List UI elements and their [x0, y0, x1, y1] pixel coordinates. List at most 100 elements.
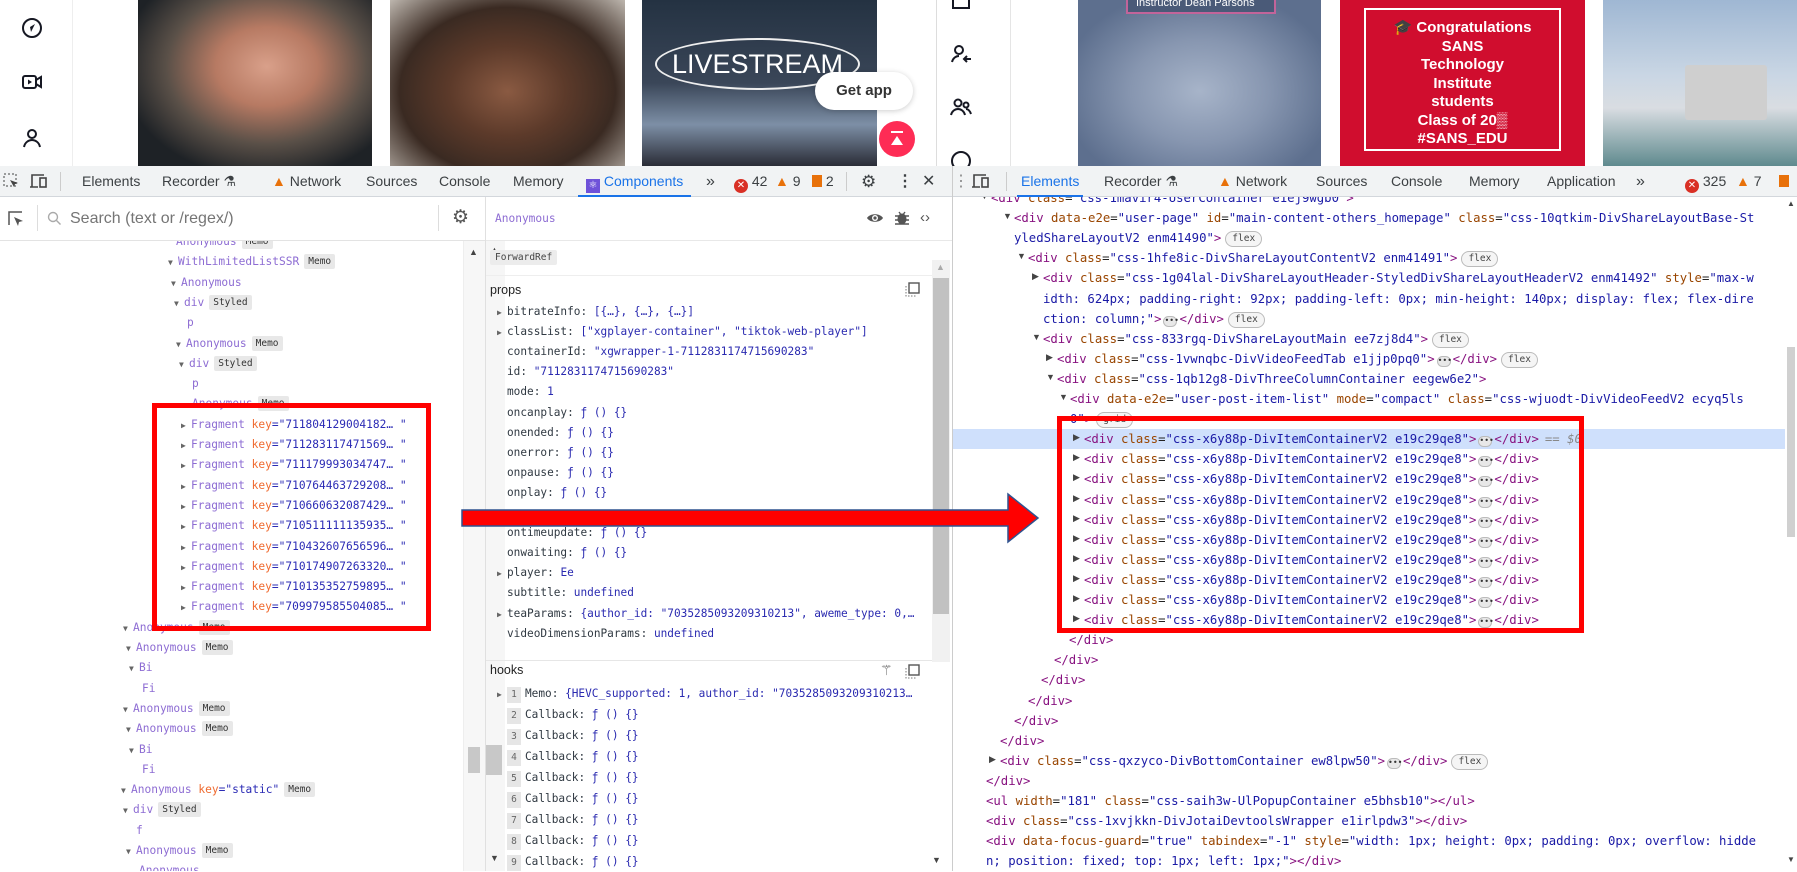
dom-node-line[interactable]: </div>: [1014, 711, 1058, 731]
caret-down-icon[interactable]: ▼: [168, 253, 178, 273]
expand-ellipsis-button[interactable]: •••: [1436, 355, 1452, 367]
hook-row[interactable]: ▶ 1 Memo: {HEVC_supported: 1, author_id: "…: [497, 684, 912, 704]
tab-elements[interactable]: Elements: [82, 166, 140, 197]
flex-badge[interactable]: flex: [1432, 331, 1469, 348]
dom-node-line[interactable]: <div class="css-1mavir4-UserContainer e1…: [991, 197, 1354, 208]
prop-row[interactable]: videoDimensionParams: undefined: [497, 624, 714, 644]
caret-down-icon[interactable]: ▼: [1017, 251, 1026, 261]
tree-row[interactable]: ▼ Anonymous Memo: [123, 699, 230, 719]
tree-row[interactable]: ▼ Anonymous Memo: [126, 638, 233, 658]
video-thumbnail[interactable]: [1603, 0, 1797, 166]
video-thumbnail[interactable]: 🎓 Congratulations SANS Technology Institute…: [1340, 0, 1585, 166]
profile-icon[interactable]: [20, 126, 44, 150]
tab-console[interactable]: Console: [439, 166, 490, 197]
hook-row[interactable]: 7 Callback: ƒ () {}: [497, 810, 639, 830]
video-thumbnail[interactable]: [390, 0, 625, 166]
caret-down-icon[interactable]: ▼: [171, 274, 181, 294]
scrollbar-thumb[interactable]: [933, 278, 949, 614]
prop-row[interactable]: onended: ƒ () {}: [497, 423, 614, 443]
video-camera-icon[interactable]: [20, 70, 44, 94]
dom-node-line[interactable]: <div class="css-qxzyco-DivBottomContaine…: [1000, 751, 1489, 771]
prop-row[interactable]: ▶ teaParams: {author_id: "703528509320931…: [497, 604, 914, 624]
error-count[interactable]: ✕ 325: [1685, 166, 1726, 197]
caret-right-icon[interactable]: ▶: [497, 303, 507, 323]
tree-row[interactable]: ▼ Bi: [129, 658, 152, 678]
error-count[interactable]: ✕ 42: [734, 166, 767, 197]
flex-badge[interactable]: flex: [1227, 311, 1265, 328]
tree-row[interactable]: ▼ Anonymous key="static" Memo: [121, 780, 316, 801]
caret-right-icon[interactable]: ▶: [989, 754, 996, 765]
tree-row[interactable]: ▼ div Styled: [123, 800, 201, 820]
tab-network[interactable]: ▲ Network: [272, 166, 341, 197]
dom-node-line[interactable]: <div data-focus-guard="true" tabindex="-…: [986, 831, 1756, 851]
copy-icon[interactable]: [905, 282, 920, 297]
dom-node-line[interactable]: <div class="css-1vwnqbc-DivVideoFeedTab …: [1057, 349, 1538, 369]
component-search-input[interactable]: [70, 207, 420, 231]
dom-node-line[interactable]: </div>: [1028, 691, 1072, 711]
flex-badge[interactable]: flex: [1461, 251, 1499, 268]
eye-icon[interactable]: [866, 211, 884, 225]
bug-icon[interactable]: [895, 210, 909, 226]
tree-row[interactable]: Anonymous: [129, 861, 200, 871]
gift-icon[interactable]: [949, 0, 973, 12]
caret-down-icon[interactable]: ▼: [980, 197, 989, 201]
tree-row[interactable]: ▼ div Styled: [179, 354, 257, 374]
tree-row[interactable]: Fi: [132, 760, 155, 780]
dom-node-line[interactable]: ction: column;"> •••</div> flex: [1043, 309, 1265, 329]
tab-sources[interactable]: Sources: [1316, 166, 1367, 197]
dom-node-line[interactable]: <div data-e2e="user-post-item-list" mode…: [1070, 389, 1744, 409]
close-devtools-icon[interactable]: ✕: [922, 166, 935, 197]
hook-row[interactable]: 4 Callback: ƒ () {}: [497, 747, 639, 767]
flex-badge[interactable]: flex: [1225, 231, 1263, 248]
warning-count[interactable]: ▲ 7: [1736, 166, 1762, 197]
dom-node-line[interactable]: n; position: fixed; top: 1px; left: 1px;…: [986, 851, 1341, 871]
back-to-top-button[interactable]: [879, 121, 915, 157]
hook-row[interactable]: 8 Callback: ƒ () {}: [497, 831, 639, 851]
caret-right-icon[interactable]: ▶: [497, 323, 507, 343]
dom-node-line[interactable]: yledShareLayoutV2 enm41490"> flex: [1014, 228, 1263, 248]
tree-row[interactable]: p: [182, 374, 199, 394]
copy-icon[interactable]: [905, 664, 920, 679]
video-thumbnail[interactable]: [138, 0, 372, 166]
friends-icon[interactable]: [949, 95, 973, 119]
hook-row[interactable]: 2 Callback: ƒ () {}: [497, 705, 639, 725]
compass-icon[interactable]: [20, 16, 44, 40]
caret-down-icon[interactable]: ▼: [123, 619, 133, 639]
hook-row[interactable]: 6 Callback: ƒ () {}: [497, 789, 639, 809]
caret-down-icon[interactable]: ▼: [126, 639, 136, 659]
tab-components[interactable]: ⚛ Components: [578, 166, 692, 197]
device-toolbar-icon[interactable]: [29, 173, 49, 190]
dom-node-line[interactable]: </div>: [1054, 650, 1098, 670]
flex-badge[interactable]: flex: [1501, 351, 1538, 368]
props-scrollbar[interactable]: ▲: [932, 260, 950, 662]
prop-row[interactable]: oncanplay: ƒ () {}: [497, 403, 627, 423]
issue-count[interactable]: 2: [812, 166, 834, 197]
dom-node-line[interactable]: </div>: [986, 771, 1030, 791]
tab-console[interactable]: Console: [1391, 166, 1442, 197]
caret-down-icon[interactable]: ▼: [129, 741, 139, 761]
flex-badge[interactable]: flex: [1451, 753, 1489, 770]
tab-elements[interactable]: Elements: [1017, 166, 1084, 197]
tree-row[interactable]: p: [177, 313, 194, 333]
tab-network[interactable]: ▲ Network: [1218, 166, 1287, 197]
inspect-element-icon[interactable]: [2, 172, 20, 190]
tree-row[interactable]: f: [126, 821, 143, 841]
caret-down-icon[interactable]: ▼: [1003, 211, 1012, 221]
tree-row[interactable]: ▼ WithLimitedListSSR Memo: [168, 252, 336, 273]
expand-ellipsis-button[interactable]: •••: [1163, 315, 1179, 327]
prop-row[interactable]: containerId: "xgwrapper-1-71128311747156…: [497, 342, 814, 362]
tree-row[interactable]: ▼ Anonymous Memo: [176, 334, 283, 354]
tree-row[interactable]: ▼ Bi: [129, 740, 152, 760]
caret-down-icon[interactable]: ▼: [123, 801, 133, 821]
tab-memory[interactable]: Memory: [1469, 166, 1520, 197]
caret-down-icon[interactable]: ▼: [121, 781, 131, 801]
settings-gear-icon[interactable]: ⚙: [861, 166, 876, 197]
dom-node-line[interactable]: </div>: [1041, 670, 1085, 690]
prop-row[interactable]: ▶ player: Ee: [497, 563, 574, 583]
issue-icon[interactable]: [1779, 175, 1789, 187]
caret-right-icon[interactable]: ▶: [497, 685, 507, 705]
caret-down-icon[interactable]: ▼: [1059, 392, 1068, 402]
tab-sources[interactable]: Sources: [366, 166, 417, 197]
hook-row[interactable]: 9 Callback: ƒ () {}: [497, 852, 639, 872]
caret-down-icon[interactable]: ▼: [126, 842, 136, 862]
